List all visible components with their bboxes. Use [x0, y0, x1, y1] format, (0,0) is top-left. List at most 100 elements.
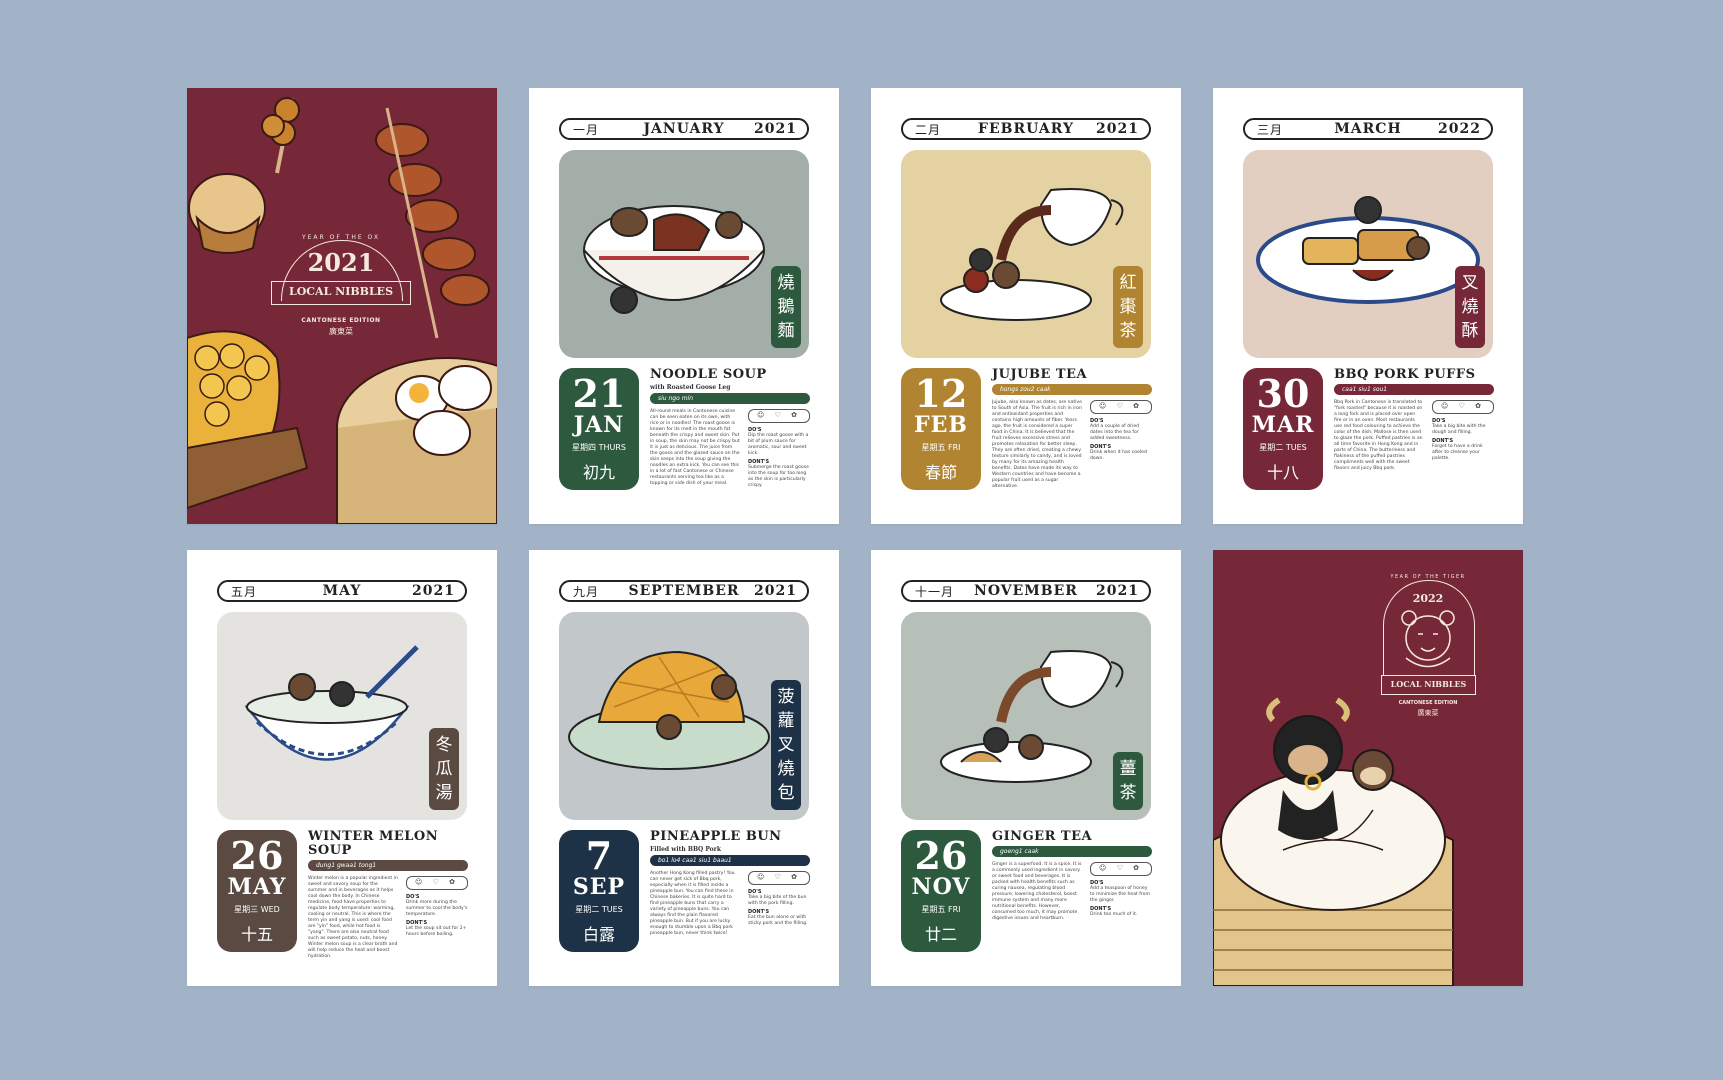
donts-text: Drink too much of it.: [1090, 912, 1138, 917]
vertical-char: 瓜: [435, 759, 453, 779]
vertical-dish-name: 燒鵝麵: [771, 266, 801, 348]
vertical-char: 酥: [1461, 321, 1479, 341]
tips-column: ☺ ♡ ✿ DO'S Add a couple of dried dates i…: [1090, 400, 1152, 462]
cover-2022-card[interactable]: YEAR OF THE TIGER 2022 LOCAL NIBBLES CAN…: [1213, 550, 1523, 986]
date-weekday: 星期二 TUES: [575, 905, 623, 914]
date-day: 26: [914, 833, 968, 878]
date-month: MAY: [227, 874, 287, 900]
dish-title: GINGER TEA: [992, 829, 1093, 844]
emoji-icons: ☺ ♡ ✿: [1432, 400, 1494, 414]
romanization-bar: goeng1 caak: [992, 846, 1152, 857]
vertical-char: 麵: [777, 321, 795, 341]
emoji-icons: ☺ ♡ ✿: [748, 409, 810, 423]
cover-2021-card[interactable]: YEAR OF THE OX 2021 LOCAL NIBBLES CANTON…: [187, 88, 497, 524]
emoji-icons: ☺ ♡ ✿: [406, 876, 468, 890]
date-badge: 12 FEB 星期五 FRI 春節: [901, 368, 981, 490]
donts-text: Forget to have a drink after to cleanse …: [1432, 444, 1483, 461]
cover-chinese: 廣東菜: [329, 327, 353, 336]
date-lunar: 十五: [240, 925, 273, 944]
date-lunar: 白露: [582, 925, 615, 944]
dish-subtitle: Filled with BBQ Pork: [650, 846, 721, 853]
tips-column: ☺ ♡ ✿ DO'S Add a teaspoon of honey to mi…: [1090, 862, 1152, 918]
vertical-char: 包: [777, 783, 795, 803]
date-weekday: 星期五 FRI: [921, 443, 961, 452]
date-weekday: 星期四 THURS: [572, 443, 626, 452]
vertical-char: 茶: [1119, 783, 1137, 803]
date-day: 21: [572, 371, 626, 416]
dish-illustration: 菠蘿叉燒包: [559, 612, 809, 820]
vertical-dish-name: 紅棗茶: [1113, 266, 1143, 348]
header-year: 2021: [1096, 583, 1139, 599]
dish-illustration: 紅棗茶: [901, 150, 1151, 358]
dos-text: Add a teaspoon of honey to minimize the …: [1090, 886, 1150, 903]
date-month: JAN: [573, 412, 625, 438]
donts-text: Eat the bun alone or with sticky pork an…: [748, 915, 808, 926]
dish-subtitle: with Roasted Goose Leg: [650, 384, 731, 391]
date-day: 12: [914, 371, 968, 416]
tips-column: ☺ ♡ ✿ DO'S Drink more during the summer …: [406, 876, 468, 938]
date-weekday: 星期二 TUES: [1259, 443, 1307, 452]
date-month: SEP: [572, 874, 626, 900]
cover-title: LOCAL NIBBLES: [271, 281, 411, 305]
vertical-char: 燒: [777, 759, 795, 779]
month-header: 二月 FEBRUARY 2021: [901, 118, 1151, 140]
date-day: 30: [1256, 371, 1310, 416]
calendar-page-january[interactable]: 一月 JANUARY 2021 燒鵝麵 21 JAN 星期四 THURS 初九 …: [529, 88, 839, 524]
dish-description: Ginger is a superfood. It is a spice. It…: [992, 862, 1082, 921]
vertical-char: 燒: [777, 273, 795, 293]
header-year: 2022: [1438, 121, 1481, 137]
cover-edition: CANTONESE EDITION: [301, 317, 381, 324]
dish-illustration: 薑茶: [901, 612, 1151, 820]
date-weekday: 星期三 WED: [234, 905, 280, 914]
vertical-char: 薑: [1119, 759, 1137, 779]
vertical-dish-name: 冬瓜湯: [429, 728, 459, 810]
dish-description: Winter melon is a popular ingredient in …: [308, 876, 398, 959]
vertical-char: 紅: [1119, 273, 1137, 293]
tips-column: ☺ ♡ ✿ DO'S Take a big bite of the bun wi…: [748, 871, 810, 927]
calendar-page-september[interactable]: 九月 SEPTEMBER 2021 菠蘿叉燒包 7 SEP 星期二 TUES 白…: [529, 550, 839, 986]
vertical-dish-name: 薑茶: [1113, 752, 1143, 810]
dish-description: Jujube, also known as dates, are native …: [992, 400, 1082, 489]
emoji-icons: ☺ ♡ ✿: [1090, 862, 1152, 876]
dish-title: NOODLE SOUP: [650, 367, 767, 382]
calendar-page-february[interactable]: 二月 FEBRUARY 2021 紅棗茶 12 FEB 星期五 FRI 春節 J…: [871, 88, 1181, 524]
vertical-char: 湯: [435, 783, 453, 803]
vertical-char: 菠: [777, 687, 795, 707]
dish-illustration: 燒鵝麵: [559, 150, 809, 358]
calendar-page-may[interactable]: 五月 MAY 2021 冬瓜湯 26 MAY 星期三 WED 十五 WINTER…: [187, 550, 497, 986]
month-header: 九月 SEPTEMBER 2021: [559, 580, 809, 602]
tips-column: ☺ ♡ ✿ DO'S Dip the roast goose with a bi…: [748, 409, 810, 489]
cover-year: 2021: [307, 248, 375, 277]
cover-arc-text: YEAR OF THE OX: [301, 234, 381, 241]
calendar-page-november[interactable]: 十一月 NOVEMBER 2021 薑茶 26 NOV 星期五 FRI 廿二 G…: [871, 550, 1181, 986]
date-weekday: 星期五 FRI: [921, 905, 961, 914]
header-year: 2021: [412, 583, 455, 599]
vertical-char: 燒: [1461, 297, 1479, 317]
dish-title: BBQ PORK PUFFS: [1334, 367, 1476, 382]
emoji-icons: ☺ ♡ ✿: [748, 871, 810, 885]
month-header: 三月 MARCH 2022: [1243, 118, 1493, 140]
header-year: 2021: [754, 583, 797, 599]
month-header: 一月 JANUARY 2021: [559, 118, 809, 140]
dos-text: Take a big bite with the dough and filli…: [1432, 424, 1486, 435]
vertical-char: 蘿: [777, 711, 795, 731]
date-month: FEB: [914, 412, 968, 438]
dish-description: All-round meals in Cantonese cuisine can…: [650, 409, 740, 486]
dish-title: JUJUBE TEA: [992, 367, 1088, 382]
date-badge: 30 MAR 星期二 TUES 十八: [1243, 368, 1323, 490]
date-month: NOV: [911, 874, 971, 900]
header-year: 2021: [1096, 121, 1139, 137]
romanization-bar: dung1 gwaa1 tong1: [308, 860, 468, 871]
dish-title: PINEAPPLE BUN: [650, 829, 782, 844]
calendar-page-march[interactable]: 三月 MARCH 2022 叉燒酥 30 MAR 星期二 TUES 十八 BBQ…: [1213, 88, 1523, 524]
date-badge: 26 NOV 星期五 FRI 廿二: [901, 830, 981, 952]
cover-food-illustration: [187, 97, 497, 524]
vertical-char: 冬: [435, 735, 453, 755]
dos-text: Dip the roast goose with a bit of plum s…: [748, 433, 809, 456]
date-day: 7: [585, 833, 613, 878]
donts-text: Let the soup sit out for 2+ hours before…: [406, 926, 467, 937]
dish-description: Bbq Pork in Cantonese is translated to "…: [1334, 400, 1423, 471]
donts-text: Drink when it has cooled down.: [1090, 450, 1147, 461]
date-month: MAR: [1251, 412, 1315, 438]
donts-text: Submerge the roast goose into the soup f…: [748, 465, 809, 488]
